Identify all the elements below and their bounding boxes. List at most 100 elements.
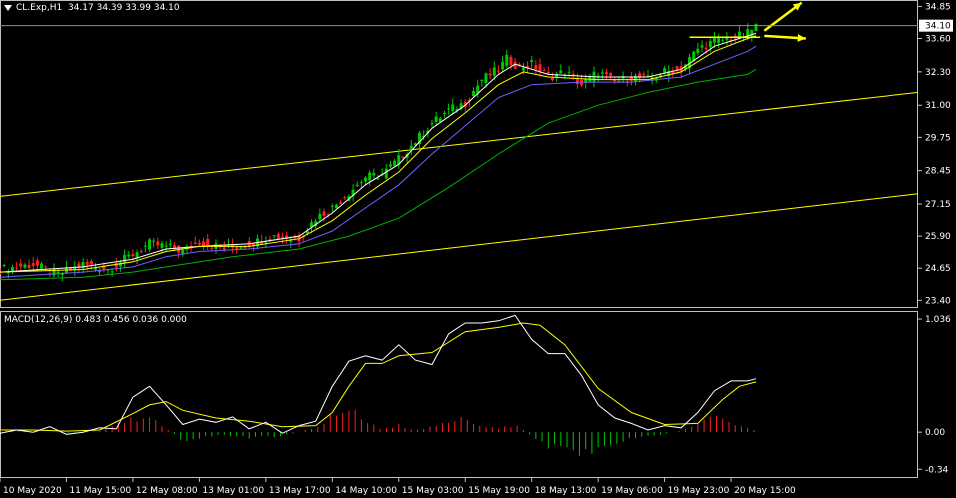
candle-body <box>139 250 143 252</box>
candle-body <box>339 202 343 204</box>
candle-body <box>276 233 280 239</box>
candle-body <box>484 73 488 84</box>
trend-arrow-head-icon <box>797 34 806 42</box>
channel-line <box>0 193 919 301</box>
candle-body <box>31 263 35 266</box>
candle-body <box>280 236 284 238</box>
macd-pane <box>0 311 918 478</box>
candle-body <box>181 249 185 254</box>
price-tick-label: 29.75 <box>925 133 951 143</box>
candle-body <box>243 247 247 249</box>
candle-body <box>343 197 347 199</box>
candle-body <box>168 243 172 245</box>
candle-body <box>44 266 48 268</box>
candle-body <box>368 172 372 181</box>
candle-body <box>235 247 239 249</box>
candle-body <box>23 264 27 268</box>
candle-body <box>750 29 754 37</box>
candle-body <box>542 70 546 72</box>
candle-body <box>193 242 197 244</box>
candle-body <box>322 211 326 216</box>
price-frame <box>0 0 918 308</box>
macd-signal-line <box>0 322 757 432</box>
candle-body <box>600 72 604 74</box>
candle-body <box>530 60 534 63</box>
candle-body <box>509 56 513 66</box>
candle-body <box>717 37 721 44</box>
price-tick-label: 31.00 <box>925 101 951 111</box>
candle-body <box>152 240 156 242</box>
candle-body <box>488 73 492 76</box>
candle-body <box>534 65 538 70</box>
candle-body <box>27 264 31 269</box>
candle-body <box>430 123 434 125</box>
ohlc-values: 34.17 34.39 33.99 34.10 <box>67 3 180 13</box>
candle-body <box>98 271 102 273</box>
candle-body <box>148 239 152 250</box>
time-tick-label: 12 May 08:00 <box>136 486 198 496</box>
time-tick-label: 13 May 17:00 <box>269 486 331 496</box>
candle-body <box>704 47 708 50</box>
candle-body <box>451 104 455 112</box>
chart-canvas: 34.85 33.60 32.30 31.00 29.75 28.45 27.15 25.90… <box>0 0 953 496</box>
candle-body <box>143 245 147 247</box>
candle-body <box>359 182 363 184</box>
time-tick-label: 15 May 19:00 <box>468 486 530 496</box>
dropdown-triangle-icon[interactable] <box>4 4 12 11</box>
candle-body <box>85 262 89 265</box>
candle-body <box>160 243 164 248</box>
candle-body <box>550 77 554 81</box>
price-tick-label: 23.40 <box>925 296 951 306</box>
candle-body <box>123 254 127 263</box>
candle-body <box>567 72 571 74</box>
time-tick-label: 19 May 06:00 <box>601 486 663 496</box>
price-tick-label: 34.85 <box>925 2 951 12</box>
candle-body <box>202 241 206 247</box>
candle-body <box>609 73 613 76</box>
symbol-header: CL.Exp,H1 34.17 34.39 33.99 34.10 <box>4 3 180 13</box>
price-tick-label: 32.30 <box>925 68 951 78</box>
candle-body <box>721 39 725 41</box>
candle-body <box>712 37 716 43</box>
candle-body <box>272 235 276 237</box>
price-pane <box>0 0 919 308</box>
candle-body <box>663 68 667 73</box>
candle-body <box>442 112 446 114</box>
time-tick-label: 19 May 23:00 <box>668 486 730 496</box>
candle-body <box>434 116 438 122</box>
candle-body <box>334 204 338 209</box>
time-tick-label: 20 May 15:00 <box>734 486 796 496</box>
time-tick-label: 14 May 10:00 <box>335 486 397 496</box>
current-price-label: 34.10 <box>925 22 951 32</box>
candle-body <box>480 79 484 81</box>
candle-body <box>708 41 712 48</box>
candle-body <box>496 70 500 72</box>
candle-body <box>56 271 60 273</box>
candle-body <box>10 267 14 272</box>
candle-body <box>114 263 118 268</box>
candle-body <box>675 66 679 70</box>
candle-body <box>164 245 168 247</box>
macd-header: MACD(12,26,9) 0.483 0.456 0.036 0.000 <box>4 315 187 325</box>
price-tick-label: 28.45 <box>925 167 951 177</box>
moving-average-line <box>0 68 757 281</box>
candle-body <box>131 254 135 257</box>
candle-body <box>364 177 368 182</box>
candle-body <box>388 164 392 167</box>
macd-frame <box>0 311 918 478</box>
candle-body <box>156 241 160 246</box>
candle-body <box>15 267 19 269</box>
candle-body <box>393 160 397 166</box>
candle-body <box>447 108 451 110</box>
candle-body <box>538 64 542 72</box>
candle-body <box>355 184 359 186</box>
moving-average-line <box>0 45 757 278</box>
candle-body <box>40 263 44 269</box>
candle-body <box>330 205 334 207</box>
candle-body <box>372 172 376 176</box>
candle-body <box>19 263 23 267</box>
candle-body <box>521 67 525 71</box>
macd-tick-label: 0.00 <box>925 428 945 438</box>
candle-body <box>210 248 214 250</box>
candle-body <box>492 67 496 76</box>
